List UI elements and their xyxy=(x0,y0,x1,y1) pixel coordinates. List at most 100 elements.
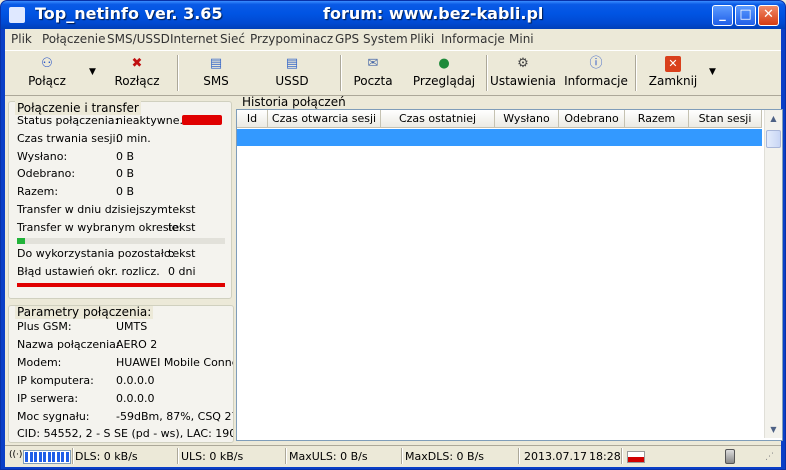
duration-value: 0 min. xyxy=(116,132,151,145)
resize-grip-icon[interactable]: ⋰ xyxy=(765,452,774,462)
signal-bar-segment xyxy=(34,452,37,462)
menu-polaczenie[interactable]: Połączenie xyxy=(42,32,106,46)
scroll-down-icon[interactable]: ▼ xyxy=(765,421,782,438)
exit-dropdown-icon[interactable]: ▼ xyxy=(709,67,716,77)
connection-name-label: Nazwa połączenia: xyxy=(17,338,120,351)
ussd-button[interactable]: ▤ USSD xyxy=(267,53,317,93)
status-separator xyxy=(621,448,623,464)
menu-sms-ussd[interactable]: SMS/USSD xyxy=(107,32,170,46)
network-connect-icon: ⚇ xyxy=(41,56,53,71)
error-progress-bar xyxy=(17,283,225,287)
date-text: 2013.07.17 xyxy=(524,450,587,463)
transfer-group-title: Połączenie i transfer xyxy=(15,101,141,115)
history-table[interactable]: Id Czas otwarcia sesji Czas ostatniej ed… xyxy=(236,109,783,441)
connect-button[interactable]: ⚇ Połącz xyxy=(19,53,75,93)
status-label: Status połączenia: xyxy=(17,114,119,127)
column-header-total[interactable]: Razem xyxy=(625,110,689,128)
close-button[interactable]: ✕ xyxy=(758,5,779,26)
close-icon: ✕ xyxy=(665,56,681,72)
battery-icon xyxy=(725,449,735,464)
connection-name-value: AERO 2 xyxy=(116,338,158,351)
signal-strength-bars xyxy=(23,450,71,464)
error-label: Błąd ustawień okr. rozlicz. xyxy=(17,265,160,278)
app-icon xyxy=(9,7,25,23)
menu-system[interactable]: System xyxy=(363,32,408,46)
signal-label: Moc sygnału: xyxy=(17,410,90,423)
minimize-button[interactable]: _ xyxy=(712,5,733,26)
modem-value: HUAWEI Mobile Connect xyxy=(116,356,233,369)
signal-bar-segment xyxy=(65,452,69,462)
browse-button[interactable]: ● Przeglądaj xyxy=(411,53,477,93)
signal-bar-segment xyxy=(29,452,33,462)
sms-button[interactable]: ▤ SMS xyxy=(191,53,241,93)
error-value: 0 dni xyxy=(168,265,196,278)
signal-bar-segment xyxy=(56,452,60,462)
info-icon: ⓘ xyxy=(589,56,603,71)
menu-przypominacz[interactable]: Przypominacz xyxy=(250,32,333,46)
maximize-button[interactable]: □ xyxy=(735,5,756,26)
toolbar-separator xyxy=(177,55,179,91)
flag-icon xyxy=(627,451,645,463)
server-value: 0.0.0.0 xyxy=(116,392,155,405)
mail-button[interactable]: ✉ Poczta xyxy=(347,53,399,93)
settings-button[interactable]: ⚙ Ustawienia xyxy=(490,53,556,93)
menu-pliki[interactable]: Pliki xyxy=(410,32,434,46)
column-header-received[interactable]: Odebrano xyxy=(559,110,625,128)
menu-siec[interactable]: Sieć xyxy=(220,32,245,46)
column-header-edit-time[interactable]: Czas ostatniej edycji xyxy=(381,110,495,143)
column-header-id[interactable]: Id xyxy=(237,110,268,128)
status-indicator xyxy=(182,115,222,125)
column-header-session-state[interactable]: Stan sesji xyxy=(689,110,762,128)
scroll-thumb[interactable] xyxy=(766,130,781,148)
toolbar: ⚇ Połącz ▼ ✖ Rozłącz ▤ SMS ▤ USSD ✉ Pocz… xyxy=(5,50,781,96)
network-disconnect-icon: ✖ xyxy=(131,56,143,71)
connect-dropdown-icon[interactable]: ▼ xyxy=(89,67,96,77)
uls-text: ULS: 0 kB/s xyxy=(181,450,244,463)
document-icon: ▤ xyxy=(285,56,299,71)
sent-value: 0 B xyxy=(116,150,135,163)
signal-value: -59dBm, 87%, CSQ 27 xyxy=(116,410,234,423)
gear-icon: ⚙ xyxy=(517,56,529,71)
column-header-sent[interactable]: Wysłano xyxy=(495,110,559,128)
total-value: 0 B xyxy=(116,185,135,198)
menu-bar: Plik Połączenie SMS/USSD Internet Sieć P… xyxy=(5,29,781,49)
forum-text: forum: www.bez-kabli.pl xyxy=(323,4,544,23)
signal-bar-segment xyxy=(43,452,46,462)
signal-bar-segment xyxy=(61,452,64,462)
vertical-scrollbar[interactable]: ▲ ▼ xyxy=(764,110,782,438)
client-area: Plik Połączenie SMS/USSD Internet Sieć P… xyxy=(5,29,783,467)
column-header-open-time[interactable]: Czas otwarcia sesji xyxy=(268,110,381,128)
globe-icon: ● xyxy=(438,56,450,71)
title-bar[interactable]: Top_netinfo ver. 3.65 forum: www.bez-kab… xyxy=(1,1,785,29)
selected-table-row[interactable] xyxy=(237,129,762,146)
menu-internet[interactable]: Internet xyxy=(170,32,218,46)
menu-gps[interactable]: GPS xyxy=(335,32,359,46)
dls-text: DLS: 0 kB/s xyxy=(75,450,138,463)
toolbar-separator xyxy=(486,55,488,91)
status-separator xyxy=(401,448,403,464)
error-progress-fill xyxy=(17,283,225,287)
status-separator xyxy=(518,448,520,464)
menu-mini[interactable]: Mini xyxy=(509,32,534,46)
transfer-group: Połączenie i transfer Status połączenia:… xyxy=(8,101,232,299)
cid-text: CID: 54552, 2 - S SE (pd - ws), LAC: 190… xyxy=(17,427,234,440)
app-window: Top_netinfo ver. 3.65 forum: www.bez-kab… xyxy=(0,0,786,470)
total-label: Razem: xyxy=(17,185,59,198)
params-group: Parametry połączenia: Plus GSM: UMTS Naz… xyxy=(8,305,234,443)
gsm-value: UMTS xyxy=(116,320,148,333)
disconnect-button[interactable]: ✖ Rozłącz xyxy=(109,53,165,93)
menu-plik[interactable]: Plik xyxy=(11,32,32,46)
history-title: Historia połączeń xyxy=(242,95,346,109)
maxdls-text: MaxDLS: 0 B/s xyxy=(405,450,485,463)
info-button[interactable]: ⓘ Informacje xyxy=(563,53,629,93)
document-icon: ▤ xyxy=(209,56,223,71)
scroll-up-icon[interactable]: ▲ xyxy=(765,110,782,127)
today-value: tekst xyxy=(168,203,196,216)
exit-button[interactable]: ✕ Zamknij xyxy=(645,53,701,93)
window-title: Top_netinfo ver. 3.65 xyxy=(35,4,223,23)
period-progress-bar xyxy=(17,238,225,244)
signal-bar-segment xyxy=(38,452,42,462)
menu-informacje[interactable]: Informacje xyxy=(441,32,505,46)
modem-label: Modem: xyxy=(17,356,62,369)
remaining-label: Do wykorzystania pozostało: xyxy=(17,247,175,260)
